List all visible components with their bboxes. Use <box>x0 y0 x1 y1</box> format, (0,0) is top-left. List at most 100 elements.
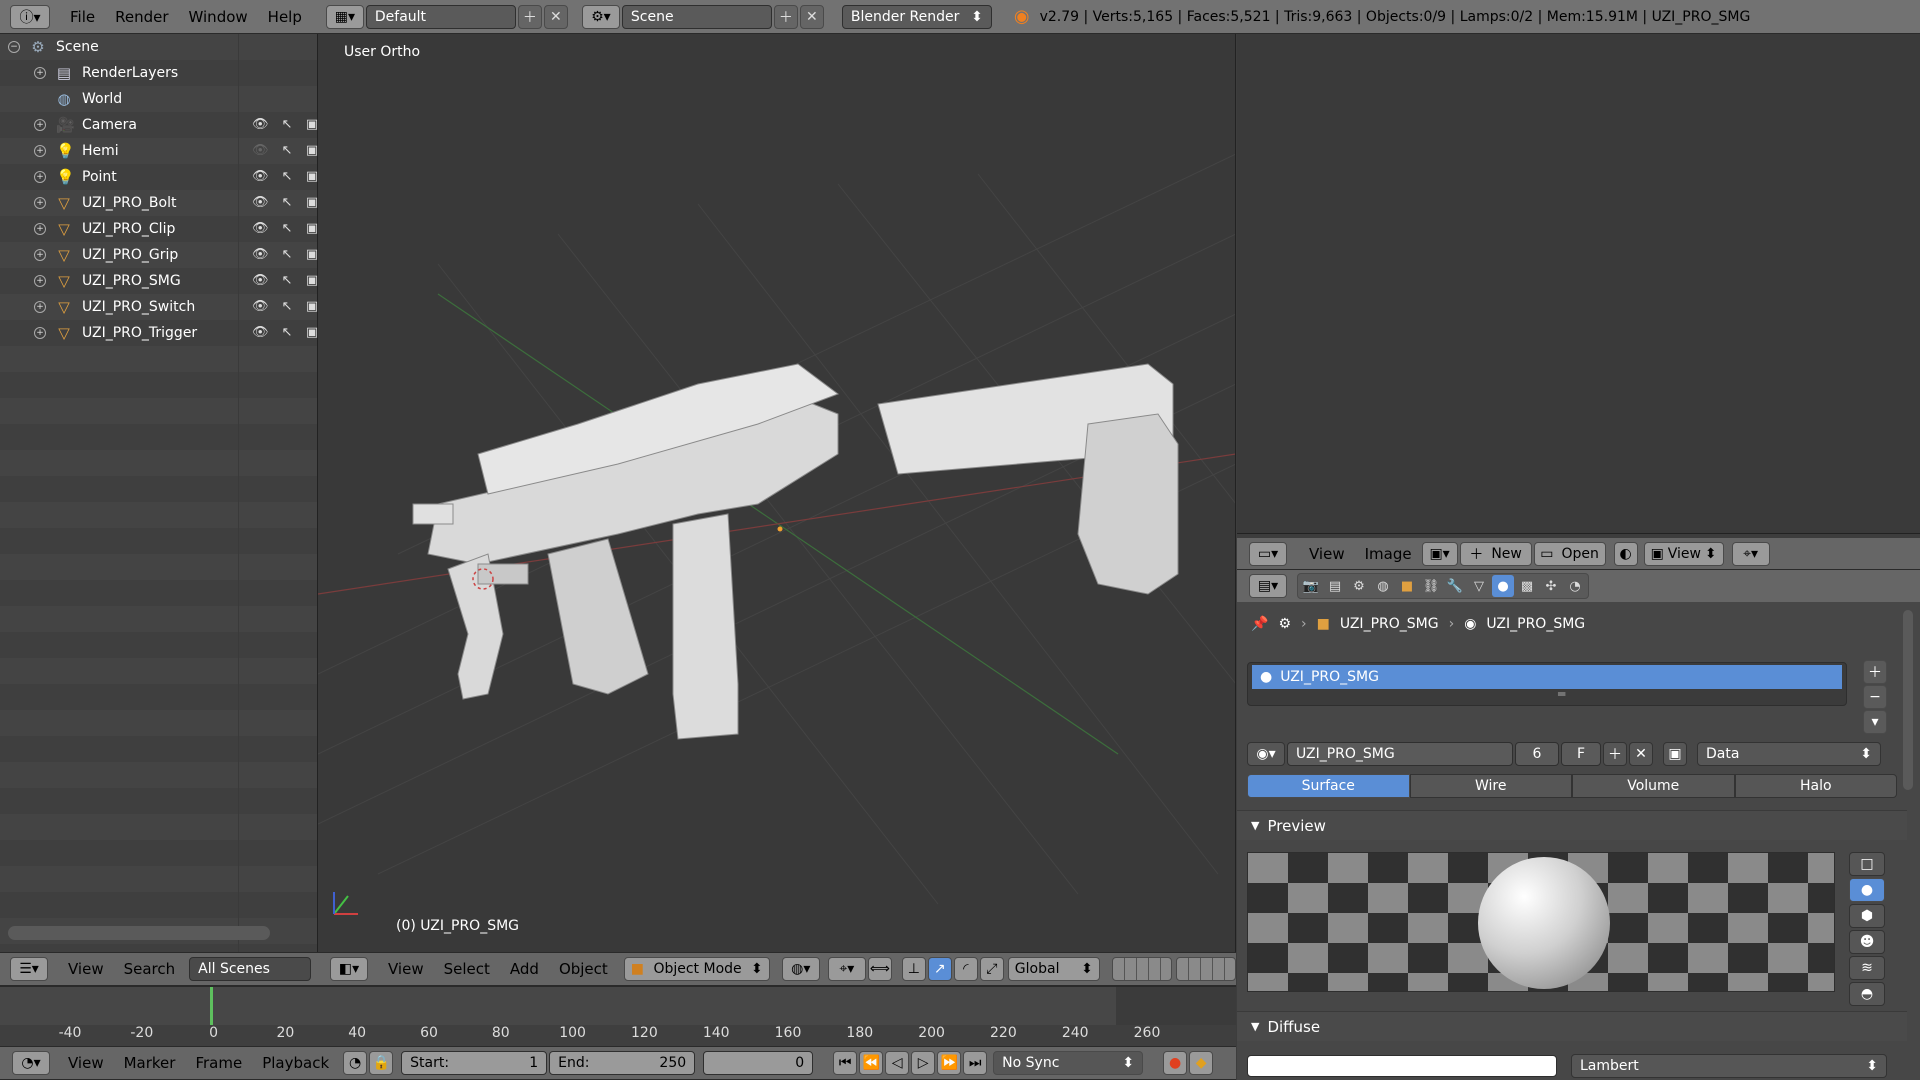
record-icon[interactable]: ● <box>1163 1051 1188 1075</box>
preview-range-icon[interactable]: ◔ <box>343 1051 368 1075</box>
timeline[interactable]: -40 -20 0 20 40 60 80 100 120 140 160 180 200 220 240 2… <box>0 986 1236 1047</box>
material-name-field[interactable]: UZI_PRO_SMG <box>1287 742 1513 766</box>
material-browse-icon[interactable]: ◉▾ <box>1247 742 1285 766</box>
current-frame-field[interactable]: 0 <box>703 1051 814 1075</box>
unlink-material-icon[interactable]: ✕ <box>1629 742 1653 766</box>
eye-icon[interactable]: 👁 <box>252 221 269 237</box>
shading-select-icon[interactable]: ◍▾ <box>781 957 820 981</box>
outliner-row[interactable]: + ▽ UZI_PRO_Bolt 👁 ↖ ▣ <box>0 190 318 216</box>
outliner-scrollbar[interactable] <box>8 926 270 940</box>
new-image-button[interactable]: ＋ New <box>1459 541 1532 566</box>
layers-grid[interactable] <box>1111 957 1172 981</box>
image-menu-image[interactable]: Image <box>1355 545 1422 563</box>
manipulator-icon[interactable]: ⊥ <box>901 957 926 981</box>
sync-select[interactable]: No Sync ⬍ <box>993 1051 1144 1075</box>
outliner-row[interactable]: − ⚙ Scene <box>0 34 318 60</box>
preview-monkey-icon[interactable]: ☻ <box>1849 930 1885 954</box>
cursor-icon[interactable]: ↖ <box>279 299 295 315</box>
renderlayers-tab-icon[interactable]: ▤ <box>1324 575 1346 597</box>
properties-editor-type-icon[interactable]: ▤▾ <box>1249 574 1287 598</box>
viewport-menu-object[interactable]: Object <box>549 960 618 978</box>
viewport-editor-type-icon[interactable]: ◧▾ <box>330 957 368 981</box>
browse-node-icon[interactable]: ▣ <box>1663 742 1687 766</box>
scene-icon[interactable]: ⚙▾ <box>581 4 620 29</box>
expand-icon[interactable]: + <box>34 223 46 235</box>
render-tab-icon[interactable]: 📷 <box>1300 575 1322 597</box>
expand-icon[interactable]: + <box>34 197 46 209</box>
timeline-editor-type-icon[interactable]: ◔▾ <box>12 1051 50 1075</box>
menu-file[interactable]: File <box>60 8 105 26</box>
cursor-icon[interactable]: ↖ <box>279 273 295 289</box>
jump-start-icon[interactable]: ⏮ <box>833 1051 858 1075</box>
material-users-count[interactable]: 6 <box>1515 742 1559 766</box>
expand-icon[interactable]: + <box>34 249 46 261</box>
menu-render[interactable]: Render <box>105 8 178 26</box>
add-slot-button[interactable]: ＋ <box>1863 660 1887 684</box>
expand-icon[interactable]: + <box>34 67 46 79</box>
outliner-editor-type-icon[interactable]: ☰▾ <box>10 957 48 981</box>
preview-flat-icon[interactable]: □ <box>1849 852 1885 876</box>
outliner-row[interactable]: + ▽ UZI_PRO_Switch 👁 ↖ ▣ <box>0 294 318 320</box>
pivot-select-icon[interactable]: ⌖▾ <box>827 957 866 981</box>
outliner-row[interactable]: + 💡 Hemi 👁 ↖ ▣ <box>0 138 318 164</box>
physics-tab-icon[interactable]: ◔ <box>1564 575 1586 597</box>
cursor-icon[interactable]: ↖ <box>279 195 295 211</box>
slot-specials-button[interactable]: ▾ <box>1863 710 1887 734</box>
expand-icon[interactable]: + <box>34 171 46 183</box>
material-slot-list[interactable]: ● UZI_PRO_SMG ═ <box>1247 662 1847 706</box>
layout-field[interactable]: Default <box>365 4 516 29</box>
outliner-row[interactable]: +◍World <box>0 86 318 112</box>
cursor-icon[interactable]: ↖ <box>279 169 295 185</box>
tab-surface[interactable]: Surface <box>1247 774 1410 798</box>
modifiers-tab-icon[interactable]: 🔧 <box>1444 575 1466 597</box>
jump-end-icon[interactable]: ⏭ <box>963 1051 988 1075</box>
translate-manipulator-icon[interactable]: ↗ <box>927 957 952 981</box>
image-view-select[interactable]: ▣ View ⬍ <box>1643 541 1724 566</box>
scene-tab-icon[interactable]: ⚙ <box>1348 575 1370 597</box>
end-frame-field[interactable]: End: 250 <box>549 1051 696 1075</box>
diffuse-shader-select[interactable]: Lambert ⬍ <box>1571 1054 1887 1078</box>
material-tab-icon[interactable]: ● <box>1492 575 1514 597</box>
layers-grid-2[interactable] <box>1175 957 1236 981</box>
tab-volume[interactable]: Volume <box>1572 774 1735 798</box>
eye-icon[interactable]: 👁 <box>252 325 269 341</box>
preview-cube-icon[interactable]: ⬢ <box>1849 904 1885 928</box>
cursor-icon[interactable]: ↖ <box>279 143 295 159</box>
info-editor-type-button[interactable]: ⓘ▾ <box>10 4 50 29</box>
add-scene-button[interactable]: ＋ <box>773 4 798 29</box>
scene-field[interactable]: Scene <box>621 4 772 29</box>
texture-tab-icon[interactable]: ▩ <box>1516 575 1538 597</box>
start-frame-field[interactable]: Start: 1 <box>401 1051 548 1075</box>
preview-sphere-icon[interactable]: ● <box>1849 878 1885 902</box>
image-editor-type-icon[interactable]: ▭▾ <box>1249 541 1287 566</box>
timeline-menu-frame[interactable]: Frame <box>185 1054 252 1072</box>
collapse-icon[interactable]: − <box>8 41 20 53</box>
expand-icon[interactable]: + <box>34 145 46 157</box>
open-image-button[interactable]: ▭ Open <box>1533 541 1606 566</box>
outliner-menu-search[interactable]: Search <box>114 960 186 978</box>
particles-tab-icon[interactable]: ✣ <box>1540 575 1562 597</box>
play-reverse-icon[interactable]: ◁ <box>885 1051 910 1075</box>
tab-halo[interactable]: Halo <box>1734 774 1897 798</box>
jump-keyframe-forward-icon[interactable]: ⏩ <box>937 1051 962 1075</box>
render-engine-select[interactable]: Blender Render ⬍ <box>841 4 992 29</box>
menu-help[interactable]: Help <box>258 8 312 26</box>
preview-panel-header[interactable]: ▼ Preview <box>1237 810 1907 840</box>
outliner-row[interactable]: + 🎥 Camera 👁 ↖ ▣ <box>0 112 318 138</box>
eye-icon[interactable]: 👁 <box>252 273 269 289</box>
cursor-icon[interactable]: ↖ <box>279 325 295 341</box>
current-frame-line[interactable] <box>210 987 213 1025</box>
eye-icon[interactable]: 👁 <box>252 117 269 133</box>
outliner-row[interactable]: + 💡 Point 👁 ↖ ▣ <box>0 164 318 190</box>
outliner-row[interactable]: + ▽ UZI_PRO_Grip 👁 ↖ ▣ <box>0 242 318 268</box>
3d-viewport[interactable]: User Ortho (0) UZI_PRO_SMG <box>318 34 1236 952</box>
jump-keyframe-back-icon[interactable]: ⏪ <box>859 1051 884 1075</box>
expand-icon[interactable]: + <box>34 119 46 131</box>
image-editor[interactable] <box>1237 34 1920 534</box>
outliner-menu-view[interactable]: View <box>58 960 114 978</box>
new-material-icon[interactable]: ＋ <box>1603 742 1627 766</box>
eye-icon[interactable]: 👁 <box>252 299 269 315</box>
eye-icon[interactable]: 👁 <box>252 195 269 211</box>
object-tab-icon[interactable]: ■ <box>1396 575 1418 597</box>
properties-scrollbar[interactable] <box>1903 610 1913 790</box>
